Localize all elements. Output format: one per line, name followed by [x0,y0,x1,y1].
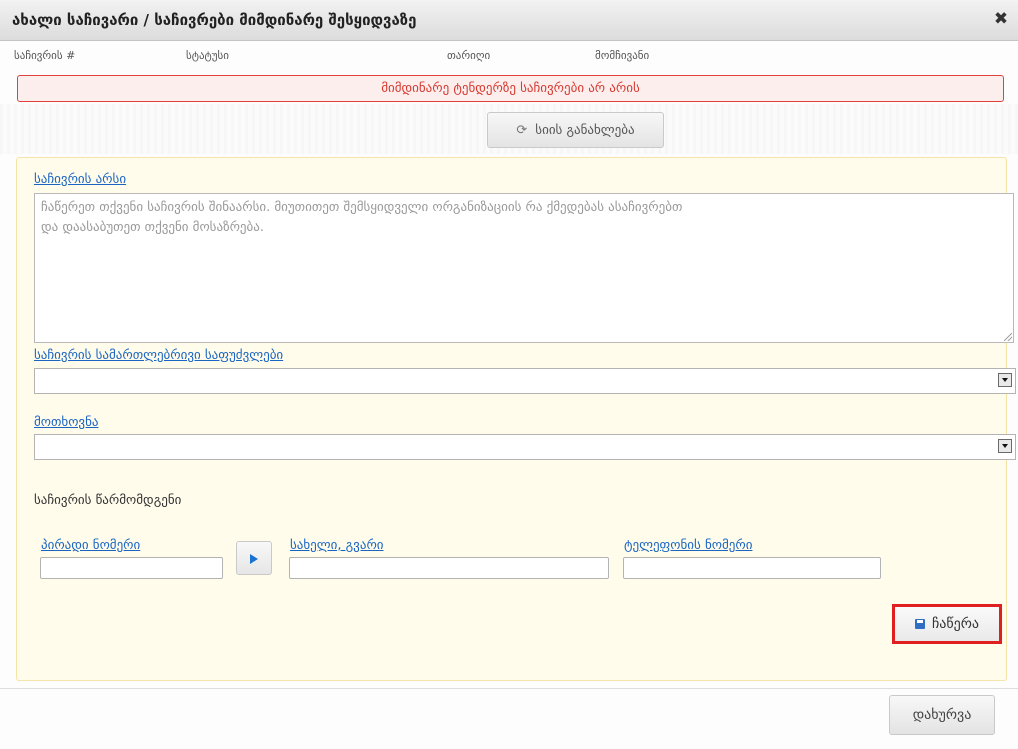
chevron-down-icon [998,373,1012,387]
save-icon [914,619,925,629]
complaint-essence-label: საჩივრის არსი [34,172,127,187]
close-icon[interactable]: ✖ [990,8,1012,30]
textarea-resize-handle[interactable] [1004,333,1012,341]
save-button-label: ჩაწერა [931,616,980,632]
dialog-titlebar: ახალი საჩივარი / საჩივრები მიმდინარე შეს… [0,0,1018,41]
complaint-essence-textarea[interactable]: ჩაწერეთ თქვენი საჩივრის შინაარსი. მიუთით… [34,193,1014,343]
column-header-date[interactable]: თარიღი [447,49,490,62]
full-name-label: სახელი, გვარი [290,538,384,553]
phone-number-input[interactable] [623,557,881,579]
personal-number-label: პირადი ნომერი [41,538,141,553]
refresh-icon: ⟳ [516,122,528,138]
save-button[interactable]: ჩაწერა [892,604,1002,644]
footer-divider [0,688,1018,689]
complaints-table-header: საჩივრის # სტატუსი თარიღი მომჩივანი [0,41,1018,71]
close-dialog-button[interactable]: დახურვა [889,695,995,735]
refresh-list-label: სიის განახლება [535,122,635,138]
representative-section-label: საჩივრის წარმომდგენი [34,493,182,508]
personal-number-input[interactable] [40,557,223,579]
complaint-dialog: ახალი საჩივარი / საჩივრები მიმდინარე შეს… [0,0,1018,749]
lookup-person-button[interactable] [236,541,272,575]
column-header-complainant[interactable]: მომჩივანი [595,49,649,62]
no-complaints-alert: მიმდინარე ტენდერზე საჩივრები არ არის [17,75,1004,102]
request-select[interactable] [34,434,1016,460]
dialog-title: ახალი საჩივარი / საჩივრები მიმდინარე შეს… [12,11,417,29]
refresh-list-button[interactable]: ⟳ სიის განახლება [487,112,664,148]
full-name-input[interactable] [289,557,609,579]
play-icon [250,554,258,564]
column-header-complaint-number[interactable]: საჩივრის # [14,49,75,62]
legal-basis-label: საჩივრის სამართლებრივი საფუძვლები [34,348,284,363]
request-label: მოთხოვნა [34,415,99,430]
legal-basis-select[interactable] [34,368,1016,394]
phone-number-label: ტელეფონის ნომერი [624,538,753,553]
column-header-status[interactable]: სტატუსი [186,49,229,62]
chevron-down-icon [998,439,1012,453]
